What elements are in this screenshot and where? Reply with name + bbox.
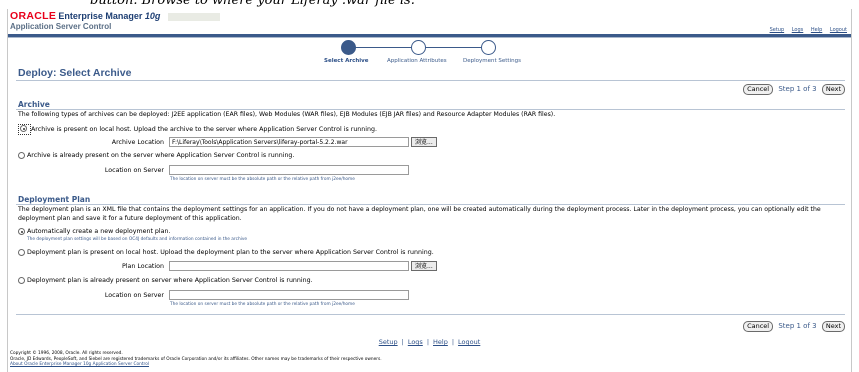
global-link-setup[interactable]: Setup [770, 27, 785, 33]
bottom-nav-buttons: Cancel Step 1 of 3 Next [743, 321, 845, 332]
plan-server-location-input[interactable] [169, 290, 409, 300]
about-link[interactable]: About Oracle Enterprise Manager 10g Appl… [10, 362, 382, 368]
archive-divider [16, 109, 845, 110]
cropped-caption-text: button. Browse to where your Liferay .wa… [90, 0, 415, 8]
archive-location-input[interactable]: F:\Liferay\Tools\Application Servers\lif… [169, 137, 409, 147]
archive-local-focus [18, 124, 31, 135]
plan-local-label: Deployment plan is present on local host… [27, 249, 434, 256]
cropped-document-caption: button. Browse to where your Liferay .wa… [0, 0, 859, 8]
plan-server-location-row: Location on Server [18, 290, 409, 300]
footer-links: Setup | Logs | Help | Logout [378, 338, 481, 346]
footer-link-help[interactable]: Help [433, 338, 448, 346]
archive-local-label: Archive is present on local host. Upload… [31, 126, 378, 133]
archive-server-option[interactable]: Archive is already present on the server… [18, 152, 294, 159]
archive-location-row: Archive Location F:\Liferay\Tools\Applic… [18, 137, 437, 147]
product-subtitle: Application Server Control [10, 22, 112, 31]
archive-local-option[interactable]: Archive is present on local host. Upload… [18, 124, 377, 135]
deployment-plan-divider [16, 204, 845, 205]
top-nav-buttons: Cancel Step 1 of 3 Next [743, 84, 845, 95]
oracle-logo: ORACLE [10, 10, 57, 22]
plan-local-radio[interactable] [18, 249, 25, 256]
plan-auto-hint: The deployment plan settings will be bas… [27, 237, 248, 242]
archive-server-hint: The location on server must be the absol… [170, 177, 355, 182]
train-step-3-label[interactable]: Deployment Settings [463, 58, 521, 64]
archive-server-location-row: Location on Server [18, 165, 409, 175]
plan-auto-option[interactable]: Automatically create a new deployment pl… [18, 228, 171, 235]
plan-local-option[interactable]: Deployment plan is present on local host… [18, 249, 434, 256]
cancel-button-bottom[interactable]: Cancel [743, 321, 774, 332]
branding-area: ORACLE Enterprise Manager 10g Applicatio… [10, 10, 220, 31]
plan-auto-radio[interactable] [18, 228, 25, 235]
plan-location-input[interactable] [169, 261, 409, 271]
step-indicator-top: Step 1 of 3 [778, 85, 817, 93]
step-indicator-bottom: Step 1 of 3 [778, 322, 817, 330]
plan-server-option[interactable]: Deployment plan is already present on se… [18, 277, 313, 284]
train-step-1-marker [341, 40, 356, 55]
step-train: Select Archive Application Attributes De… [0, 39, 859, 69]
footer-link-logout[interactable]: Logout [458, 338, 480, 346]
footer-link-setup[interactable]: Setup [379, 338, 398, 346]
product-name: Enterprise Manager 10g [58, 11, 161, 21]
archive-server-location-label: Location on Server [104, 166, 164, 174]
train-step-1-label: Select Archive [324, 58, 369, 64]
archive-server-location-input[interactable] [169, 165, 409, 175]
bottom-divider [16, 314, 845, 315]
deployment-plan-description: The deployment plan is an XML file that … [18, 206, 821, 222]
plan-auto-label: Automatically create a new deployment pl… [27, 228, 171, 235]
deployment-plan-heading: Deployment Plan [18, 195, 91, 204]
train-step-2-marker[interactable] [411, 40, 426, 55]
archive-location-label: Archive Location [111, 138, 164, 146]
archive-browse-button[interactable]: 浏览... [411, 137, 437, 147]
blurred-host-label [167, 13, 220, 21]
train-step-2-label[interactable]: Application Attributes [387, 58, 447, 64]
global-link-help[interactable]: Help [811, 27, 822, 33]
plan-server-location-label: Location on Server [104, 291, 164, 299]
next-button-top[interactable]: Next [821, 84, 845, 95]
archive-heading: Archive [18, 100, 50, 109]
plan-server-hint: The location on server must be the absol… [170, 302, 355, 307]
page-title: Deploy: Select Archive [18, 67, 132, 79]
archive-server-label: Archive is already present on the server… [27, 152, 295, 159]
brand-bar-underline [8, 37, 851, 38]
next-button-bottom[interactable]: Next [821, 321, 845, 332]
plan-location-row: Plan Location 浏览... [18, 261, 437, 271]
plan-server-radio[interactable] [18, 277, 25, 284]
copyright-block: Copyright © 1996, 2008, Oracle. All righ… [10, 351, 382, 368]
cancel-button-top[interactable]: Cancel [743, 84, 774, 95]
plan-location-label: Plan Location [121, 262, 164, 270]
footer-link-logs[interactable]: Logs [408, 338, 423, 346]
global-links: Setup Logs Help Logout [764, 27, 847, 33]
archive-description: The following types of archives can be d… [18, 111, 556, 118]
archive-server-radio[interactable] [18, 152, 25, 159]
archive-local-radio[interactable] [20, 125, 27, 132]
train-step-3-marker[interactable] [481, 40, 496, 55]
title-divider [16, 80, 845, 81]
global-link-logout[interactable]: Logout [830, 27, 847, 33]
global-link-logs[interactable]: Logs [792, 27, 804, 33]
plan-browse-button[interactable]: 浏览... [411, 261, 437, 271]
plan-server-label: Deployment plan is already present on se… [27, 277, 313, 284]
